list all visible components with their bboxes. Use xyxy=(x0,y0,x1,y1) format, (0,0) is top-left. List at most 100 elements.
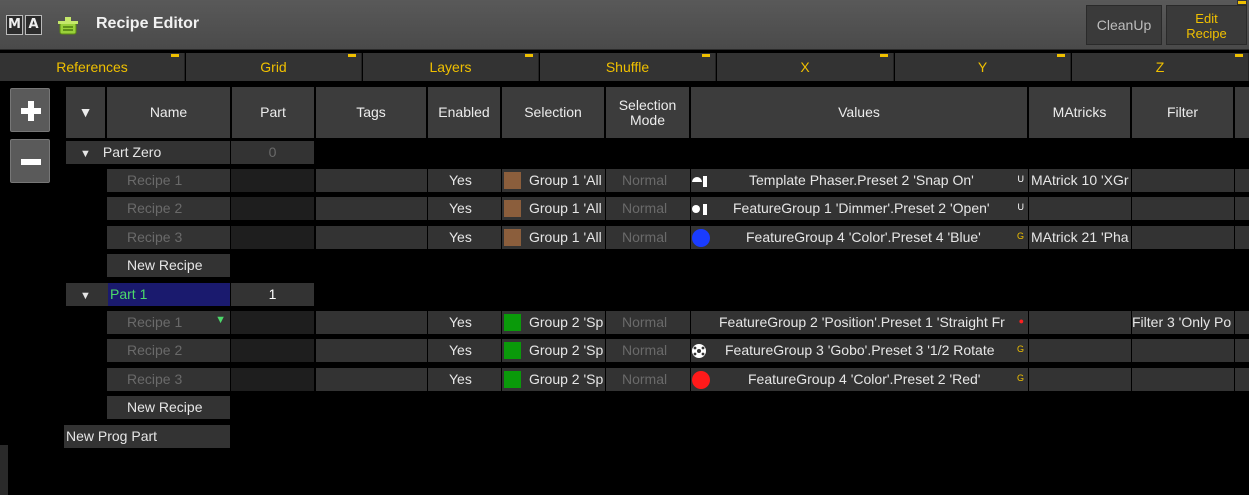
triangle-down-icon: ▼ xyxy=(80,148,91,160)
header-tags[interactable]: Tags xyxy=(316,87,427,138)
header-selection-mode[interactable]: Selection Mode xyxy=(606,87,690,138)
recipe-name[interactable]: Recipe 2 xyxy=(107,339,230,362)
header-selection[interactable]: Selection xyxy=(502,87,605,138)
recipe-selection[interactable]: Group 2 'Sp xyxy=(502,368,605,391)
recipe-part-cell[interactable] xyxy=(231,368,314,391)
collapse-all-toggle[interactable]: ▼ xyxy=(66,87,106,138)
recipe-enabled[interactable]: Yes xyxy=(428,169,501,192)
recipe-enabled[interactable]: Yes xyxy=(428,339,501,362)
header-values[interactable]: Values xyxy=(691,87,1028,138)
part-row[interactable]: ▼ Part 1 1 xyxy=(0,283,1249,307)
header-part[interactable]: Part xyxy=(232,87,315,138)
recipe-filter[interactable]: Filter 3 'Only Po xyxy=(1132,311,1234,334)
resize-grip[interactable] xyxy=(0,445,8,495)
recipe-value[interactable]: FeatureGroup 1 'Dimmer'.Preset 2 'Open' … xyxy=(691,197,1028,220)
recipe-selection[interactable]: Group 1 'All xyxy=(502,169,605,192)
recipe-matricks[interactable] xyxy=(1029,339,1131,362)
header-filter[interactable]: Filter xyxy=(1132,87,1234,138)
recipe-name[interactable]: Recipe 1 ▼ xyxy=(107,311,230,334)
recipe-tags[interactable] xyxy=(316,169,427,192)
tab-references[interactable]: References xyxy=(0,53,185,81)
new-recipe-button[interactable]: New Recipe xyxy=(107,396,230,419)
edit-recipe-corner-mark xyxy=(1237,0,1247,5)
new-recipe-row[interactable]: New Recipe xyxy=(0,396,1249,420)
recipe-filter[interactable] xyxy=(1132,339,1234,362)
recipe-selection-mode[interactable]: Normal xyxy=(606,197,690,220)
recipe-selection-mode[interactable]: Normal xyxy=(606,226,690,249)
recipe-selection[interactable]: Group 1 'All xyxy=(502,197,605,220)
tab-grid[interactable]: Grid xyxy=(186,53,362,81)
recipe-enabled[interactable]: Yes xyxy=(428,368,501,391)
new-prog-part-row[interactable]: New Prog Part xyxy=(0,425,1249,449)
recipe-tags[interactable] xyxy=(316,311,427,334)
recipe-selection-mode[interactable]: Normal xyxy=(606,339,690,362)
new-recipe-row[interactable]: New Recipe xyxy=(0,254,1249,278)
recipe-value[interactable]: FeatureGroup 4 'Color'.Preset 4 'Blue' G xyxy=(691,226,1028,249)
recipe-matricks[interactable] xyxy=(1029,197,1131,220)
recipe-enabled[interactable]: Yes xyxy=(428,311,501,334)
recipe-row[interactable]: Recipe 2 Yes Group 2 'Sp Normal FeatureG… xyxy=(0,339,1249,363)
recipe-filter[interactable] xyxy=(1132,197,1234,220)
group-color-swatch xyxy=(504,200,521,217)
header-name[interactable]: Name xyxy=(107,87,231,138)
recipe-name-text: Recipe 1 xyxy=(127,314,183,330)
part-row[interactable]: ▼ Part Zero 0 xyxy=(0,141,1249,165)
recipe-name[interactable]: Recipe 2 xyxy=(107,197,230,220)
recipe-selection-mode[interactable]: Normal xyxy=(606,368,690,391)
recipe-row[interactable]: Recipe 3 Yes Group 1 'All Normal Feature… xyxy=(0,226,1249,250)
new-prog-part-button[interactable]: New Prog Part xyxy=(64,425,230,448)
recipe-part-cell[interactable] xyxy=(231,226,314,249)
recipe-part-cell[interactable] xyxy=(231,339,314,362)
recipe-value[interactable]: FeatureGroup 2 'Position'.Preset 1 'Stra… xyxy=(691,311,1028,334)
part-number-cell[interactable]: 0 xyxy=(231,141,314,164)
recipe-name[interactable]: Recipe 3 xyxy=(107,368,230,391)
recipe-part-cell[interactable] xyxy=(231,311,314,334)
recipe-tags[interactable] xyxy=(316,368,427,391)
recipe-row[interactable]: Recipe 3 Yes Group 2 'Sp Normal FeatureG… xyxy=(0,368,1249,392)
recipe-filter[interactable] xyxy=(1132,226,1234,249)
recipe-name[interactable]: Recipe 3 xyxy=(107,226,230,249)
recipe-value[interactable]: Template Phaser.Preset 2 'Snap On' U xyxy=(691,169,1028,192)
recipe-selection[interactable]: Group 2 'Sp xyxy=(502,311,605,334)
part-name-selected[interactable]: Part 1 xyxy=(108,283,230,306)
recipe-filter[interactable] xyxy=(1132,368,1234,391)
recipe-selection-mode[interactable]: Normal xyxy=(606,311,690,334)
recipe-selection-mode[interactable]: Normal xyxy=(606,169,690,192)
recipe-row[interactable]: Recipe 1 Yes Group 1 'All Normal Templat… xyxy=(0,169,1249,193)
recipe-part-cell[interactable] xyxy=(231,197,314,220)
recipe-part-cell[interactable] xyxy=(231,169,314,192)
recipe-enabled[interactable]: Yes xyxy=(428,226,501,249)
ma-logo: M A xyxy=(6,15,42,35)
part-number-cell[interactable]: 1 xyxy=(231,283,314,306)
new-recipe-button[interactable]: New Recipe xyxy=(107,254,230,277)
header-enabled[interactable]: Enabled xyxy=(428,87,501,138)
recipe-tags[interactable] xyxy=(316,226,427,249)
edit-recipe-button[interactable]: Edit Recipe xyxy=(1166,5,1247,45)
recipe-selection[interactable]: Group 2 'Sp xyxy=(502,339,605,362)
recipe-tags[interactable] xyxy=(316,197,427,220)
tab-layers[interactable]: Layers xyxy=(363,53,539,81)
tab-x[interactable]: X xyxy=(717,53,894,81)
recipe-row[interactable]: Recipe 2 Yes Group 1 'All Normal Feature… xyxy=(0,197,1249,221)
recipe-value[interactable]: FeatureGroup 3 'Gobo'.Preset 3 '1/2 Rota… xyxy=(691,339,1028,362)
header-matricks[interactable]: MAtricks xyxy=(1029,87,1131,138)
recipe-matricks[interactable]: MAtrick 21 'Pha xyxy=(1029,226,1131,249)
tab-shuffle[interactable]: Shuffle xyxy=(540,53,716,81)
tab-z[interactable]: Z xyxy=(1072,53,1249,81)
recipe-name[interactable]: Recipe 1 xyxy=(107,169,230,192)
recipe-row[interactable]: Recipe 1 ▼ Yes Group 2 'Sp Normal Featur… xyxy=(0,311,1249,335)
recipe-matricks[interactable] xyxy=(1029,311,1131,334)
add-button[interactable] xyxy=(10,88,50,132)
recipe-selection[interactable]: Group 1 'All xyxy=(502,226,605,249)
tab-y[interactable]: Y xyxy=(895,53,1071,81)
recipe-tags[interactable] xyxy=(316,339,427,362)
dimmer-icon xyxy=(692,204,707,215)
recipe-matricks[interactable]: MAtrick 10 'XGr xyxy=(1029,169,1131,192)
recipe-enabled[interactable]: Yes xyxy=(428,197,501,220)
recipe-value[interactable]: FeatureGroup 4 'Color'.Preset 2 'Red' G xyxy=(691,368,1028,391)
part-name-cell[interactable]: ▼ Part Zero xyxy=(66,141,230,164)
recipe-filter[interactable] xyxy=(1132,169,1234,192)
recipe-matricks[interactable] xyxy=(1029,368,1131,391)
cleanup-button[interactable]: CleanUp xyxy=(1086,5,1162,45)
part-collapse-toggle[interactable]: ▼ xyxy=(66,283,108,306)
